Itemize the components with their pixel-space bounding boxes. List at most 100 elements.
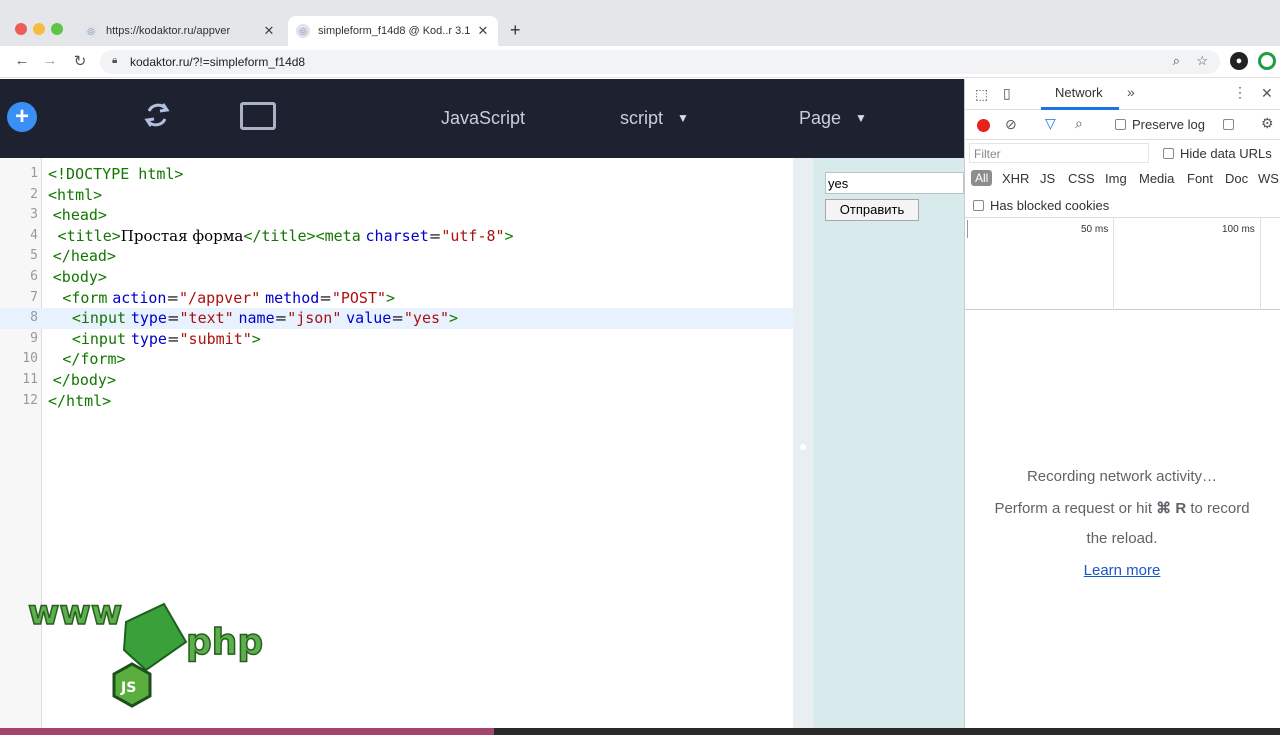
add-button[interactable]: + [7, 102, 37, 132]
code-line[interactable]: 4 <title>Простая форма</title><meta char… [0, 226, 793, 247]
more-tabs-icon[interactable]: » [1127, 84, 1135, 100]
devtools-tab-strip: ⬚ ▯ Network » ⋮ ✕ [965, 79, 1280, 110]
type-filter-doc[interactable]: Doc [1225, 171, 1248, 186]
splitter-handle[interactable] [800, 444, 806, 450]
code-text: <input type="submit"> [48, 329, 261, 350]
browser-tab-simpleform[interactable]: ◎ simpleform_f14d8 @ Kod..r 3.1 ✕ [288, 16, 498, 46]
line-number: 7 [30, 289, 38, 305]
code-line[interactable]: 11 </body> [0, 370, 793, 391]
network-timeline-overview[interactable]: 50 ms 100 ms [965, 218, 1280, 310]
code-token: action [112, 288, 167, 307]
learn-more-link[interactable]: Learn more [1084, 562, 1161, 579]
script-dropdown[interactable]: script ▼ [620, 108, 689, 129]
back-arrow-icon[interactable]: ← [12, 52, 32, 69]
code-token: <!DOCTYPE html> [48, 165, 184, 183]
recording-message: Recording network activity… [1026, 468, 1218, 485]
type-filter-ws[interactable]: WS [1258, 171, 1279, 186]
reload-icon[interactable]: ↻ [70, 52, 90, 70]
line-number: 4 [30, 227, 38, 243]
perform-request-message: Perform a request or hit ⌘ R to record [964, 499, 1280, 517]
tab-close-icon[interactable]: ✕ [474, 23, 492, 39]
line-number: 3 [30, 207, 38, 223]
code-token: "text" [179, 309, 234, 328]
code-text: <html> [48, 185, 102, 206]
code-line[interactable]: 6 <body> [0, 267, 793, 288]
code-text: </form> [48, 349, 125, 370]
tab-network[interactable]: Network [1055, 85, 1103, 100]
code-line[interactable]: 8 <input type="text" name="json" value="… [0, 308, 793, 329]
code-token: type [130, 309, 167, 328]
zoom-icon[interactable]: ⌕ [1173, 53, 1180, 69]
code-text: </head> [48, 246, 116, 267]
code-token: "yes" [403, 309, 450, 328]
device-toolbar-icon[interactable]: ▯ [1003, 85, 1011, 102]
javascript-menu[interactable]: JavaScript [441, 108, 525, 129]
code-token: "POST" [331, 288, 387, 307]
profile-avatar-icon[interactable]: ● [1230, 52, 1248, 70]
new-tab-button[interactable]: + [510, 20, 521, 41]
filter-input[interactable]: Filter [969, 143, 1149, 163]
forward-arrow-icon[interactable]: → [40, 52, 60, 69]
kebab-menu-icon[interactable]: ⋮ [1233, 84, 1247, 101]
window-close-button[interactable] [15, 23, 27, 35]
type-filter-js[interactable]: JS [1040, 171, 1055, 186]
type-filter-all[interactable]: All [971, 170, 993, 186]
code-line[interactable]: 7 <form action="/appver" method="POST"> [0, 288, 793, 309]
type-filter-xhr[interactable]: XHR [1002, 171, 1029, 186]
logo-php-text: php [186, 622, 263, 663]
bookmark-star-icon[interactable]: ☆ [1196, 53, 1208, 69]
preview-screen-icon[interactable] [240, 102, 276, 130]
inspect-element-icon[interactable]: ⬚ [975, 86, 988, 103]
record-icon[interactable] [977, 119, 990, 132]
search-icon[interactable]: ⌕ [1075, 115, 1083, 132]
preview-submit-button[interactable]: Отправить [825, 199, 919, 221]
code-token: Простая форма [120, 226, 244, 245]
has-blocked-cookies-checkbox[interactable]: Has blocked cookies [973, 198, 1109, 213]
url-text: kodaktor.ru/?!=simpleform_f14d8 [130, 55, 306, 69]
code-text: </html> [48, 391, 111, 412]
www-php-js-logo: www php JS [27, 592, 264, 708]
code-line[interactable]: 5 </head> [0, 246, 793, 267]
address-bar[interactable]: 🔒︎ kodaktor.ru/?!=simpleform_f14d8 ⌕ ☆ [100, 50, 1220, 74]
page-dropdown[interactable]: Page ▼ [799, 108, 867, 129]
preserve-log-checkbox[interactable]: Preserve log [1115, 117, 1205, 132]
hide-data-urls-checkbox[interactable]: Hide data URLs [1163, 146, 1272, 161]
sync-icon[interactable] [140, 98, 174, 132]
type-filter-css[interactable]: CSS [1068, 171, 1095, 186]
type-filter-media[interactable]: Media [1139, 171, 1174, 186]
code-token: = [274, 309, 288, 328]
chevron-down-icon: ▼ [855, 111, 867, 125]
code-line[interactable]: 1 <!DOCTYPE html> [0, 164, 793, 185]
code-text: <head> [48, 205, 107, 226]
code-token: "/appver" [179, 288, 261, 307]
window-maximize-button[interactable] [51, 23, 63, 35]
code-token: = [166, 288, 180, 307]
extension-icon[interactable] [1258, 52, 1276, 70]
code-line[interactable]: 9 <input type="submit"> [0, 329, 793, 350]
checkbox-box [1223, 119, 1234, 130]
code-line[interactable]: 10 </form> [0, 349, 793, 370]
disable-cache-checkbox[interactable] [1223, 117, 1240, 132]
type-filter-img[interactable]: Img [1105, 171, 1127, 186]
clear-icon[interactable]: ⊘ [1005, 116, 1017, 133]
pane-splitter[interactable] [793, 158, 813, 728]
type-filter-font[interactable]: Font [1187, 171, 1213, 186]
code-line[interactable]: 12 </html> [0, 391, 793, 412]
code-line[interactable]: 2 <html> [0, 185, 793, 206]
code-line[interactable]: 3 <head> [0, 205, 793, 226]
code-text: <!DOCTYPE html> [48, 164, 183, 185]
browser-tab-appver[interactable]: ◎ https://kodaktor.ru/appver ✕ [76, 16, 284, 46]
line-number: 6 [30, 269, 38, 284]
preview-text-input[interactable]: yes [825, 172, 964, 194]
code-token: > [386, 288, 396, 307]
filter-funnel-icon[interactable]: ▽ [1045, 115, 1056, 132]
tab-close-icon[interactable]: ✕ [260, 23, 278, 39]
window-minimize-button[interactable] [33, 23, 45, 35]
logo-js-text: JS [120, 680, 136, 696]
close-devtools-icon[interactable]: ✕ [1261, 85, 1273, 102]
settings-gear-icon[interactable]: ⚙ [1261, 115, 1274, 132]
blocked-cookies-row: Has blocked cookies [965, 192, 1280, 218]
line-number: 9 [30, 330, 38, 346]
code-token: <input [71, 309, 127, 328]
